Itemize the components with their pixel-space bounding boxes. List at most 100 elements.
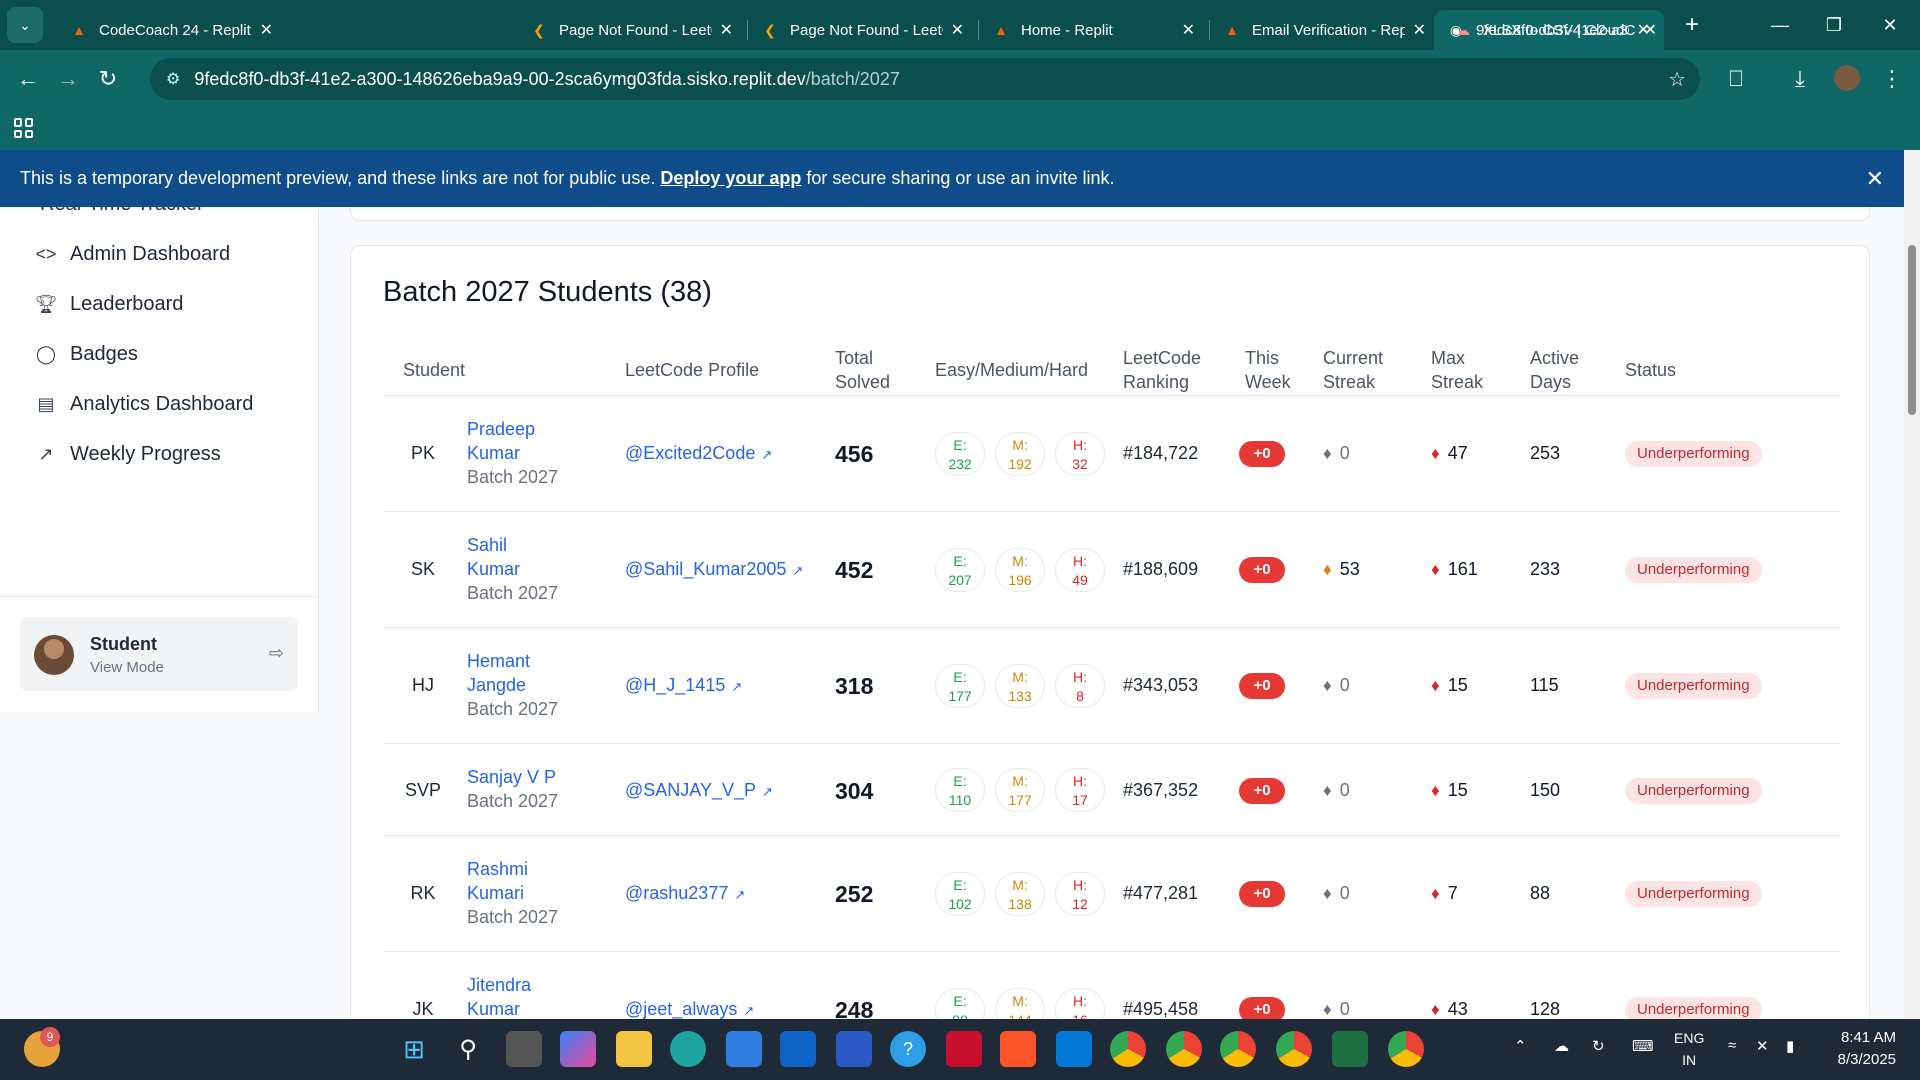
onedrive-icon[interactable]: ☁ — [1554, 1037, 1569, 1055]
reload-icon[interactable]: ↻ — [88, 59, 128, 99]
sidebar-item-real-time-tracker[interactable]: Real-Time Tracker — [40, 207, 204, 216]
address-bar[interactable]: ⚙ 9fedc8f0-db3f-41e2-a300-148626eba9a9-0… — [150, 58, 1700, 100]
outlook-icon[interactable] — [780, 1031, 816, 1067]
minimize-icon[interactable]: — — [1752, 0, 1808, 50]
hard-count: H: 32 — [1055, 432, 1105, 476]
tab-email-verification[interactable]: ▲ Email Verification - Replit ✕ — [1210, 10, 1440, 50]
excel-icon[interactable] — [1332, 1031, 1368, 1067]
status-badge: Underperforming — [1625, 441, 1762, 467]
chrome-icon[interactable] — [1388, 1031, 1424, 1067]
trophy-icon: 🏆︎ — [34, 293, 58, 314]
tab-page-not-found-2[interactable]: ❮ Page Not Found - LeetCode ✕ — [748, 10, 978, 50]
leetcode-icon: ❮ — [533, 21, 545, 38]
table-row: PK Pradeep Kumar Batch 2027 @Excited2Code ↗… — [383, 396, 1841, 512]
deploy-app-link[interactable]: Deploy your app — [660, 168, 801, 189]
close-tab-icon[interactable]: ✕ — [720, 20, 733, 40]
sidebar: Real-Time Tracker <> Admin Dashboard 🏆︎ … — [0, 207, 319, 712]
extensions-icon[interactable]: ⎕ — [1716, 59, 1756, 99]
back-icon[interactable]: ← — [8, 59, 48, 99]
copilot-icon[interactable] — [560, 1031, 596, 1067]
vscode-icon[interactable] — [1056, 1031, 1092, 1067]
close-window-icon[interactable]: ✕ — [1862, 0, 1918, 50]
replit-icon: ▲ — [994, 22, 1008, 38]
sidebar-item-weekly-progress[interactable]: ↗ Weekly Progress — [34, 434, 220, 474]
chrome-icon[interactable] — [1220, 1031, 1256, 1067]
new-tab-button[interactable]: + — [1685, 11, 1699, 39]
dev-preview-banner: This is a temporary development preview,… — [0, 150, 1904, 207]
flame-icon: ♦ — [1323, 884, 1332, 903]
edge-icon[interactable] — [670, 1031, 706, 1067]
store-icon[interactable] — [726, 1031, 762, 1067]
leetcode-profile-link[interactable]: @rashu2377 ↗ — [625, 883, 745, 904]
table-row: RK Rashmi Kumari Batch 2027 @rashu2377 ↗ 25… — [383, 836, 1841, 952]
keyboard-icon[interactable]: ⌨ — [1632, 1037, 1654, 1055]
file-explorer-icon[interactable] — [616, 1031, 652, 1067]
battery-icon[interactable]: ▮ — [1786, 1037, 1794, 1055]
chrome-icon[interactable] — [1276, 1031, 1312, 1067]
chrome-icon[interactable] — [1166, 1031, 1202, 1067]
myhp-icon[interactable] — [836, 1031, 872, 1067]
leetcode-profile-link[interactable]: @Sahil_Kumar2005 ↗ — [625, 559, 803, 580]
student-name-link[interactable]: Jitendra Kumar — [467, 975, 531, 1019]
page-scrollbar[interactable] — [1904, 150, 1920, 1019]
close-tab-icon[interactable]: ✕ — [1413, 20, 1426, 40]
tab-page-not-found-1[interactable]: ❮ Page Not Found - LeetCode ✕ — [517, 10, 747, 50]
sync-icon[interactable]: ↻ — [1592, 1037, 1605, 1055]
download-icon[interactable]: ⤓ — [1780, 59, 1820, 99]
sidebar-item-badges[interactable]: ◯ Badges — [34, 334, 138, 374]
easy-count: E: 102 — [935, 872, 985, 916]
show-hidden-icons-icon[interactable]: ⌃ — [1514, 1037, 1527, 1055]
clock[interactable]: 8:41 AM 8/3/2025 — [1838, 1027, 1896, 1071]
close-tab-icon[interactable]: ✕ — [260, 20, 273, 40]
menu-icon[interactable]: ⋮ — [1872, 59, 1912, 99]
sidebar-item-analytics-dashboard[interactable]: ▤ Analytics Dashboard — [34, 384, 253, 424]
student-name-link[interactable]: Sahil Kumar — [467, 535, 520, 579]
chrome-icon[interactable] — [1110, 1031, 1146, 1067]
student-name-link[interactable]: Sanjay V P — [467, 767, 556, 787]
task-view-icon[interactable] — [506, 1031, 542, 1067]
flame-icon: ♦ — [1323, 781, 1332, 800]
tab-home-replit[interactable]: ▲ Home - Replit ✕ — [979, 10, 1209, 50]
brave-icon[interactable] — [1000, 1031, 1036, 1067]
medium-count: M: 196 — [995, 548, 1045, 592]
close-tab-icon[interactable]: ✕ — [1644, 20, 1657, 40]
easy-count: E: 110 — [935, 768, 985, 812]
close-tab-icon[interactable]: ✕ — [1182, 20, 1195, 40]
leetcode-profile-link[interactable]: @jeet_always ↗ — [625, 999, 754, 1019]
notification-badge: 9 — [40, 1027, 60, 1047]
search-icon[interactable]: ⚲ — [450, 1031, 486, 1067]
mute-icon[interactable]: ✕ — [1756, 1037, 1769, 1055]
forward-icon[interactable]: → — [48, 59, 88, 99]
replit-icon: ▲ — [72, 22, 86, 38]
profile-avatar[interactable] — [1834, 65, 1860, 91]
student-name-link[interactable]: Hemant Jangde — [467, 651, 530, 695]
student-name-link[interactable]: Pradeep Kumar — [467, 419, 535, 463]
user-card: Student View Mode ⇨ — [20, 617, 298, 691]
logout-icon[interactable]: ⇨ — [269, 643, 284, 664]
flame-icon: ♦ — [1431, 1000, 1440, 1019]
leetcode-profile-link[interactable]: @SANJAY_V_P ↗ — [625, 780, 773, 801]
mcafee-icon[interactable] — [946, 1031, 982, 1067]
tab-xlsx-to-csv[interactable]: ☁ XLSX to CSV | CloudConvert ✕ — [1441, 10, 1671, 50]
badge-icon: ◯ — [35, 343, 57, 364]
sidebar-item-admin-dashboard[interactable]: <> Admin Dashboard — [34, 234, 230, 274]
external-link-icon: ↗ — [761, 447, 773, 462]
restore-icon[interactable]: ❐ — [1806, 0, 1862, 50]
wifi-icon[interactable]: ≈ — [1728, 1037, 1736, 1054]
sidebar-item-leaderboard[interactable]: 🏆︎ Leaderboard — [34, 284, 184, 324]
leetcode-profile-link[interactable]: @Excited2Code ↗ — [625, 443, 772, 464]
tab-search-button[interactable]: ⌄ — [7, 7, 43, 43]
apps-grid-icon[interactable] — [14, 118, 34, 138]
close-tab-icon[interactable]: ✕ — [951, 20, 964, 40]
close-banner-icon[interactable]: ✕ — [1866, 166, 1884, 192]
flame-icon: ♦ — [1431, 884, 1440, 903]
site-info-icon[interactable]: ⚙ — [166, 69, 180, 89]
tab-codecoach[interactable]: ▲ CodeCoach 24 - Replit ✕ — [57, 10, 287, 50]
bookmark-star-icon[interactable]: ☆ — [1668, 67, 1686, 92]
help-icon[interactable]: ? — [890, 1031, 926, 1067]
student-name-link[interactable]: Rashmi Kumari — [467, 859, 528, 903]
language-indicator[interactable]: ENG IN — [1674, 1027, 1704, 1071]
windows-start-icon[interactable]: ⊞ — [396, 1031, 432, 1067]
leetcode-profile-link[interactable]: @H_J_1415 ↗ — [625, 675, 742, 696]
table-row: SK Sahil Kumar Batch 2027 @Sahil_Kumar2005… — [383, 512, 1841, 628]
